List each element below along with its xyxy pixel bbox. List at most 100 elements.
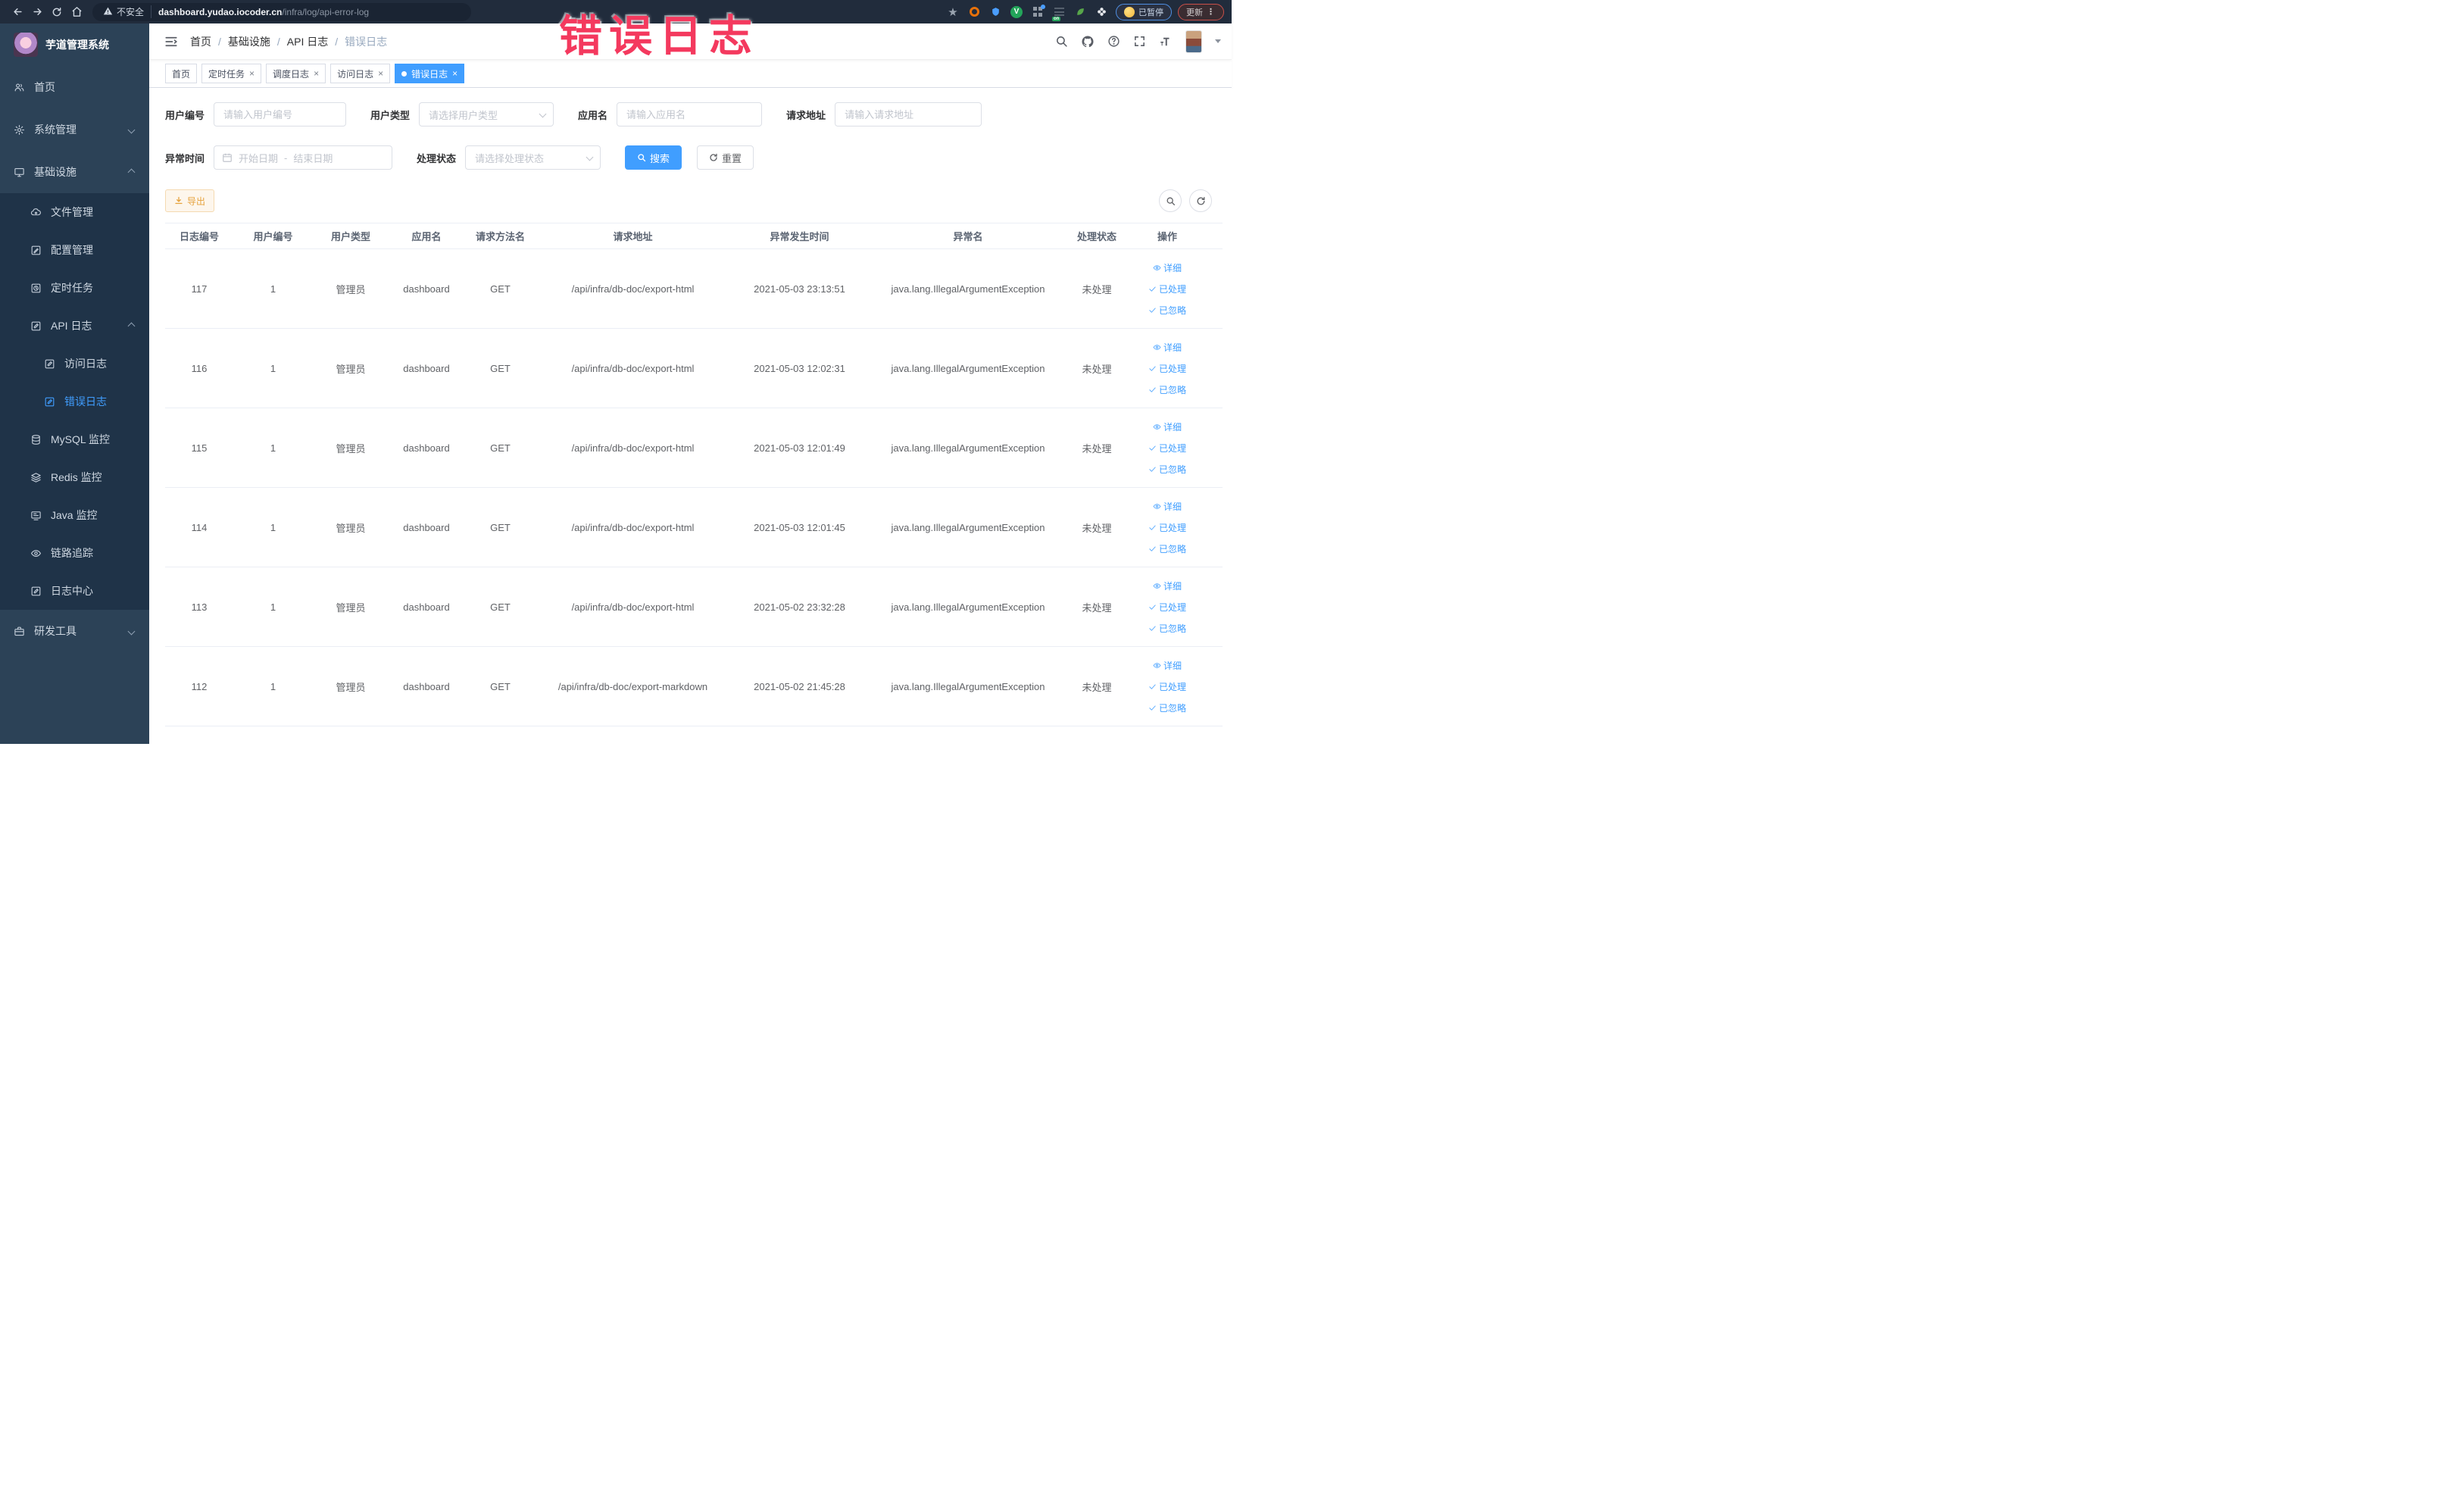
sidebar-item-infra[interactable]: 基础设施 <box>0 151 149 193</box>
user-type-label: 用户类型 <box>370 109 411 121</box>
cell-url: /api/infra/db-doc/export-html <box>571 601 695 613</box>
action-label: 已处理 <box>1158 681 1186 692</box>
processed-link[interactable]: 已处理 <box>1148 283 1186 295</box>
sidebar-item-error-log[interactable]: 错误日志 <box>0 383 149 420</box>
bookmark-star-icon[interactable]: ★ <box>945 4 961 20</box>
tab-label: 定时任务 <box>208 68 245 80</box>
refresh-icon <box>709 153 718 162</box>
table-body: 117 1 管理员 dashboard GET/api/infra/db-doc/exp… <box>165 249 1223 726</box>
extension-leaf-icon[interactable] <box>1072 4 1088 20</box>
sidebar-item-home[interactable]: 首页 <box>0 66 149 108</box>
detail-link[interactable]: 详细 <box>1153 341 1182 354</box>
detail-link[interactable]: 详细 <box>1153 420 1182 433</box>
home-icon[interactable] <box>67 2 86 22</box>
sidebar-item-mysql[interactable]: MySQL 监控 <box>0 420 149 458</box>
app-name-label: 应用名 <box>578 109 608 121</box>
app-name-input[interactable] <box>617 102 763 127</box>
update-badge[interactable]: 更新 ⋮ <box>1178 3 1224 20</box>
sidebar-item-file[interactable]: 文件管理 <box>0 193 149 231</box>
detail-link[interactable]: 详细 <box>1153 261 1182 274</box>
ignored-link[interactable]: 已忽略 <box>1148 383 1186 396</box>
sidebar-item-api-log[interactable]: API 日志 <box>0 307 149 345</box>
doc-edit-icon <box>30 586 42 597</box>
processed-link[interactable]: 已处理 <box>1148 521 1186 534</box>
search-button[interactable]: 搜索 <box>625 145 682 170</box>
font-size-icon[interactable] <box>1159 35 1173 48</box>
breadcrumb-item[interactable]: 首页 <box>190 34 211 49</box>
sidebar-item-config[interactable]: 配置管理 <box>0 231 149 269</box>
breadcrumb-item[interactable]: 基础设施 <box>228 34 270 49</box>
ignored-link[interactable]: 已忽略 <box>1148 701 1186 714</box>
extension-blue-icon[interactable] <box>987 4 1004 20</box>
processed-link[interactable]: 已处理 <box>1148 442 1186 455</box>
processed-link[interactable]: 已处理 <box>1148 680 1186 693</box>
user-id-input[interactable] <box>214 102 347 127</box>
extension-grid-icon[interactable] <box>1029 4 1046 20</box>
help-icon[interactable] <box>1107 35 1120 48</box>
ignored-link[interactable]: 已忽略 <box>1148 304 1186 317</box>
action-label: 已忽略 <box>1158 702 1186 714</box>
process-status-select[interactable]: 请选择处理状态 <box>465 145 601 170</box>
monitor-icon <box>14 167 25 178</box>
sidebar-item-dev-tools[interactable]: 研发工具 <box>0 610 149 652</box>
toggle-search-button[interactable] <box>1159 189 1182 212</box>
date-range-picker[interactable]: 开始日期 - 结束日期 <box>214 145 393 170</box>
sidebar-item-redis[interactable]: Redis 监控 <box>0 458 149 496</box>
user-type-select[interactable]: 请选择用户类型 <box>419 102 554 127</box>
start-date-placeholder: 开始日期 <box>239 152 279 164</box>
cell-time: 2021-05-02 23:32:28 <box>754 601 845 613</box>
user-avatar[interactable] <box>1185 30 1202 53</box>
ignored-link[interactable]: 已忽略 <box>1148 542 1186 555</box>
request-url-input[interactable] <box>835 102 982 127</box>
paused-badge[interactable]: 已暂停 <box>1116 3 1172 20</box>
tab-调度日志[interactable]: 调度日志 × <box>266 64 326 83</box>
breadcrumb-separator: / <box>335 35 339 48</box>
breadcrumb-item[interactable]: API 日志 <box>287 34 328 49</box>
close-icon[interactable]: × <box>452 68 458 79</box>
security-warning[interactable]: 不安全 <box>103 5 152 18</box>
detail-link[interactable]: 详细 <box>1153 500 1182 513</box>
sidebar-item-trace[interactable]: 链路追踪 <box>0 534 149 572</box>
ignored-link[interactable]: 已忽略 <box>1148 622 1186 635</box>
sidebar-item-log-center[interactable]: 日志中心 <box>0 572 149 610</box>
check-icon <box>1148 386 1157 394</box>
extension-on-icon[interactable]: on <box>1051 4 1067 21</box>
fullscreen-icon[interactable] <box>1133 35 1146 48</box>
refresh-button[interactable] <box>1189 189 1212 212</box>
tab-首页[interactable]: 首页 <box>165 64 198 83</box>
check-icon <box>1148 465 1157 473</box>
reset-button[interactable]: 重置 <box>697 145 754 170</box>
extension-pinwheel-icon[interactable] <box>1093 4 1110 20</box>
tab-访问日志[interactable]: 访问日志 × <box>330 64 391 83</box>
caret-down-icon[interactable] <box>1215 39 1221 43</box>
sidebar-item-access-log[interactable]: 访问日志 <box>0 345 149 383</box>
search-icon[interactable] <box>1055 35 1068 48</box>
close-icon[interactable]: × <box>249 68 255 79</box>
detail-link[interactable]: 详细 <box>1153 579 1182 592</box>
sidebar-item-system[interactable]: 系统管理 <box>0 108 149 151</box>
sidebar-item-java[interactable]: Java 监控 <box>0 496 149 534</box>
back-icon[interactable] <box>8 2 27 22</box>
processed-link[interactable]: 已处理 <box>1148 362 1186 375</box>
reload-icon[interactable] <box>47 2 67 22</box>
ignored-link[interactable]: 已忽略 <box>1148 463 1186 476</box>
cell-user_type: 管理员 <box>336 363 366 375</box>
tab-定时任务[interactable]: 定时任务 × <box>201 64 262 83</box>
github-icon[interactable] <box>1081 35 1095 48</box>
cell-url: /api/infra/db-doc/export-html <box>571 521 695 533</box>
address-bar[interactable]: 不安全 dashboard.yudao.iocoder.cn/infra/log… <box>92 2 471 21</box>
cell-exception: java.lang.IllegalArgumentException <box>891 362 1045 374</box>
processed-link[interactable]: 已处理 <box>1148 601 1186 614</box>
forward-icon[interactable] <box>27 2 47 22</box>
close-icon[interactable]: × <box>314 68 319 79</box>
extension-orange-icon[interactable] <box>966 4 982 20</box>
tab-错误日志[interactable]: 错误日志 × <box>395 64 465 83</box>
extension-green-icon[interactable]: V <box>1008 4 1025 20</box>
export-button[interactable]: 导出 <box>165 189 215 212</box>
hamburger-icon[interactable] <box>157 35 186 48</box>
table-row: 116 1 管理员 dashboard GET/api/infra/db-doc/exp… <box>165 329 1223 408</box>
sidebar-item-job[interactable]: 定时任务 <box>0 269 149 307</box>
breadcrumb-separator: / <box>276 35 280 48</box>
close-icon[interactable]: × <box>378 68 383 79</box>
detail-link[interactable]: 详细 <box>1153 659 1182 672</box>
